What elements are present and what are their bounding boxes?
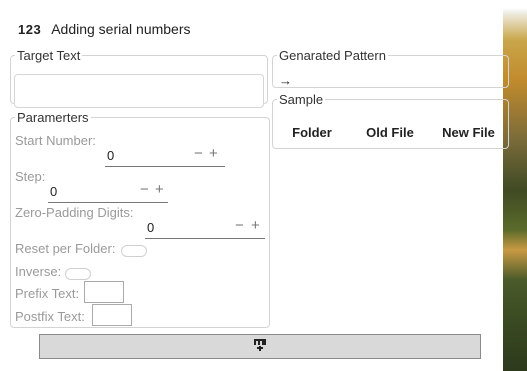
serial-number-icon bbox=[254, 339, 266, 351]
sample-legend: Sample bbox=[279, 92, 324, 107]
step-field[interactable]: 0 − + bbox=[48, 180, 168, 203]
sample-group: Sample Folder Old File New File bbox=[272, 92, 509, 149]
plus-icon[interactable]: + bbox=[209, 145, 218, 162]
start-number-field[interactable]: 0 − + bbox=[105, 144, 225, 167]
target-text-legend: Target Text bbox=[17, 48, 81, 63]
reset-per-folder-toggle[interactable] bbox=[121, 245, 147, 257]
postfix-text-input[interactable] bbox=[92, 304, 132, 326]
zero-padding-label: Zero-Padding Digits: bbox=[15, 205, 134, 220]
prefix-text-label: Prefix Text: bbox=[15, 286, 80, 301]
prefix-text-input[interactable] bbox=[84, 281, 124, 303]
postfix-text-label: Postfix Text: bbox=[15, 309, 85, 324]
column-header-old-file[interactable]: Old File bbox=[351, 125, 429, 140]
generated-pattern-legend: Genarated Pattern bbox=[279, 48, 386, 63]
dialog-window: 123 Adding serial numbers Target Text Ge… bbox=[0, 0, 509, 371]
minus-icon[interactable]: − bbox=[235, 217, 244, 234]
numbers-icon: 123 bbox=[18, 21, 42, 37]
column-header-folder[interactable]: Folder bbox=[273, 125, 351, 140]
window-title: Adding serial numbers bbox=[51, 21, 191, 37]
inverse-toggle[interactable] bbox=[65, 268, 91, 280]
minus-icon[interactable]: − bbox=[194, 145, 203, 162]
target-text-group: Target Text bbox=[10, 48, 268, 108]
target-text-input[interactable] bbox=[14, 74, 264, 108]
start-number-value: 0 bbox=[107, 148, 115, 163]
start-number-label: Start Number: bbox=[15, 133, 96, 148]
apply-serial-numbers-button[interactable] bbox=[39, 334, 481, 359]
column-header-new-file[interactable]: New File bbox=[429, 125, 508, 140]
zero-padding-value: 0 bbox=[147, 220, 155, 235]
sample-table-header: Folder Old File New File bbox=[273, 125, 508, 140]
minus-icon[interactable]: − bbox=[140, 181, 149, 198]
parameters-group: Paramerters Start Number: 0 − + Step: 0 … bbox=[10, 110, 270, 328]
plus-icon[interactable]: + bbox=[155, 181, 164, 198]
plus-icon[interactable]: + bbox=[251, 217, 260, 234]
zero-padding-field[interactable]: 0 − + bbox=[145, 216, 265, 239]
parameters-legend: Paramerters bbox=[17, 110, 89, 125]
step-value: 0 bbox=[50, 184, 58, 199]
title-bar: 123 Adding serial numbers bbox=[18, 18, 191, 40]
generated-pattern-group: Genarated Pattern → bbox=[272, 48, 509, 88]
step-label: Step: bbox=[15, 169, 46, 184]
inverse-label: Inverse: bbox=[15, 264, 62, 279]
generated-pattern-text: → bbox=[279, 73, 292, 88]
reset-per-folder-label: Reset per Folder: bbox=[15, 241, 116, 256]
